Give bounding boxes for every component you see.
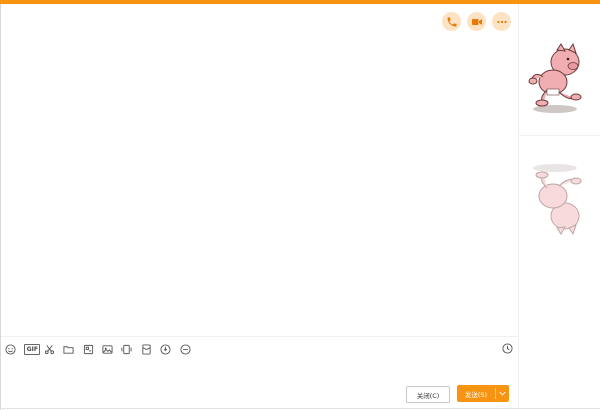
pig-reflection-figure [533,164,582,236]
scissors-icon [44,344,54,354]
voice-icon [160,343,171,355]
phone-shake-icon [121,344,132,354]
red-packet-button[interactable] [141,342,160,356]
video-call-icon [471,18,482,25]
chat-sidebar-show [518,4,600,408]
more-options-button[interactable] [492,12,511,31]
toolbar-separator [1,336,518,337]
screen-record-button[interactable] [179,342,199,356]
gif-icon: GIF [24,343,41,355]
sidebar-divider [519,135,600,136]
video-call-button[interactable] [467,12,486,31]
close-button-label: 关闭(C) [416,391,440,400]
shake-button[interactable] [121,342,140,356]
gif-button[interactable]: GIF [24,342,43,356]
send-picture-button[interactable] [102,342,121,356]
chat-header-actions [442,12,511,31]
chevron-down-icon [499,391,506,396]
window-bottom-border [0,408,600,409]
voice-message-button[interactable] [160,342,179,356]
send-button-group: 发送(S) [457,385,509,402]
more-icon [496,20,507,23]
phone-icon [447,17,456,26]
send-options-button[interactable] [496,391,509,396]
picture-icon [102,344,113,354]
message-history-area[interactable] [1,4,518,336]
emoji-icon [5,343,16,355]
message-input[interactable] [1,358,518,380]
image-file-button[interactable] [83,342,102,356]
screen-record-icon [179,343,191,355]
red-packet-icon [142,343,151,355]
image-file-icon [83,344,93,354]
send-file-button[interactable] [63,342,82,356]
send-button[interactable]: 发送(S) [457,389,495,399]
emoji-button[interactable] [5,342,24,356]
screenshot-button[interactable] [44,342,63,356]
running-pig-figure [528,42,582,113]
close-button[interactable]: 关闭(C) [406,386,450,403]
history-icon[interactable] [502,343,513,354]
folder-icon [63,345,74,354]
input-toolbar: GIF [5,342,199,356]
voice-call-button[interactable] [442,12,461,31]
